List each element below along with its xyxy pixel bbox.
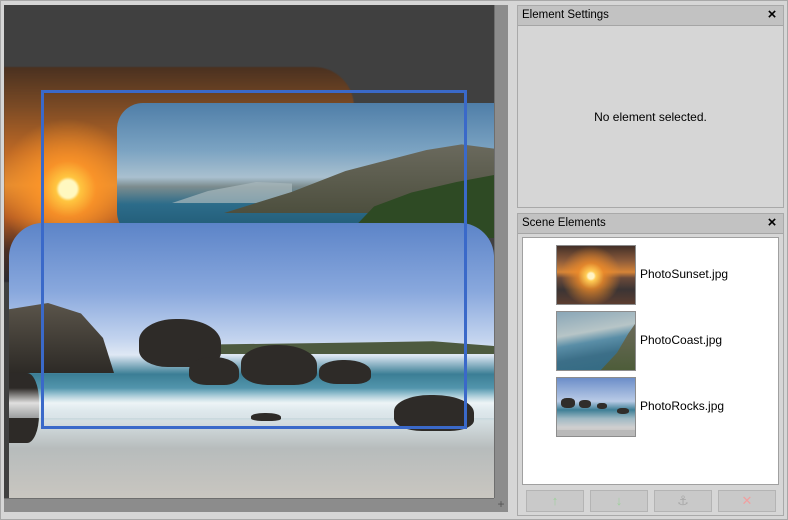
resize-corner-icon: + [494, 498, 508, 512]
list-item[interactable]: PhotoRocks.jpg [556, 377, 756, 437]
list-item[interactable]: PhotoSunset.jpg [556, 245, 756, 305]
scene-canvas-area: + [4, 5, 508, 515]
scene-canvas[interactable] [4, 5, 494, 498]
move-up-button[interactable]: ↑ [526, 490, 584, 512]
empty-message: No element selected. [594, 110, 707, 124]
panel-title: Scene Elements [522, 217, 606, 229]
delete-button[interactable]: ✕ [718, 490, 776, 512]
vertical-scrollbar[interactable] [494, 5, 508, 498]
arrow-up-icon: ↑ [551, 493, 559, 508]
close-icon[interactable]: × [765, 7, 779, 23]
thumbnail-coast [556, 311, 636, 371]
thumbnail-sunset [556, 245, 636, 305]
list-item[interactable]: PhotoCoast.jpg [556, 311, 756, 371]
list-item-label: PhotoRocks.jpg [640, 399, 725, 413]
panel-header: Scene Elements × [518, 214, 783, 234]
anchor-icon: ⚓ [677, 493, 689, 508]
delete-icon: ✕ [741, 493, 753, 508]
scene-elements-panel: Scene Elements × PhotoSunset.jpg PhotoCo… [517, 213, 784, 516]
element-settings-panel: Element Settings × No element selected. [517, 5, 784, 208]
anchor-button[interactable]: ⚓ [654, 490, 712, 512]
scene-element-list[interactable]: PhotoSunset.jpg PhotoCoast.jpg PhotoRock… [522, 237, 779, 485]
scene-toolbar: ↑ ↓ ⚓ ✕ [522, 490, 779, 512]
panel-header: Element Settings × [518, 6, 783, 26]
move-down-button[interactable]: ↓ [590, 490, 648, 512]
close-icon[interactable]: × [765, 215, 779, 231]
list-item-label: PhotoSunset.jpg [640, 267, 729, 281]
selection-box[interactable] [41, 90, 467, 429]
horizontal-scrollbar[interactable] [4, 498, 494, 512]
arrow-down-icon: ↓ [615, 493, 623, 508]
list-item-label: PhotoCoast.jpg [640, 333, 723, 347]
panel-title: Element Settings [522, 9, 609, 21]
thumbnail-rocks [556, 377, 636, 437]
